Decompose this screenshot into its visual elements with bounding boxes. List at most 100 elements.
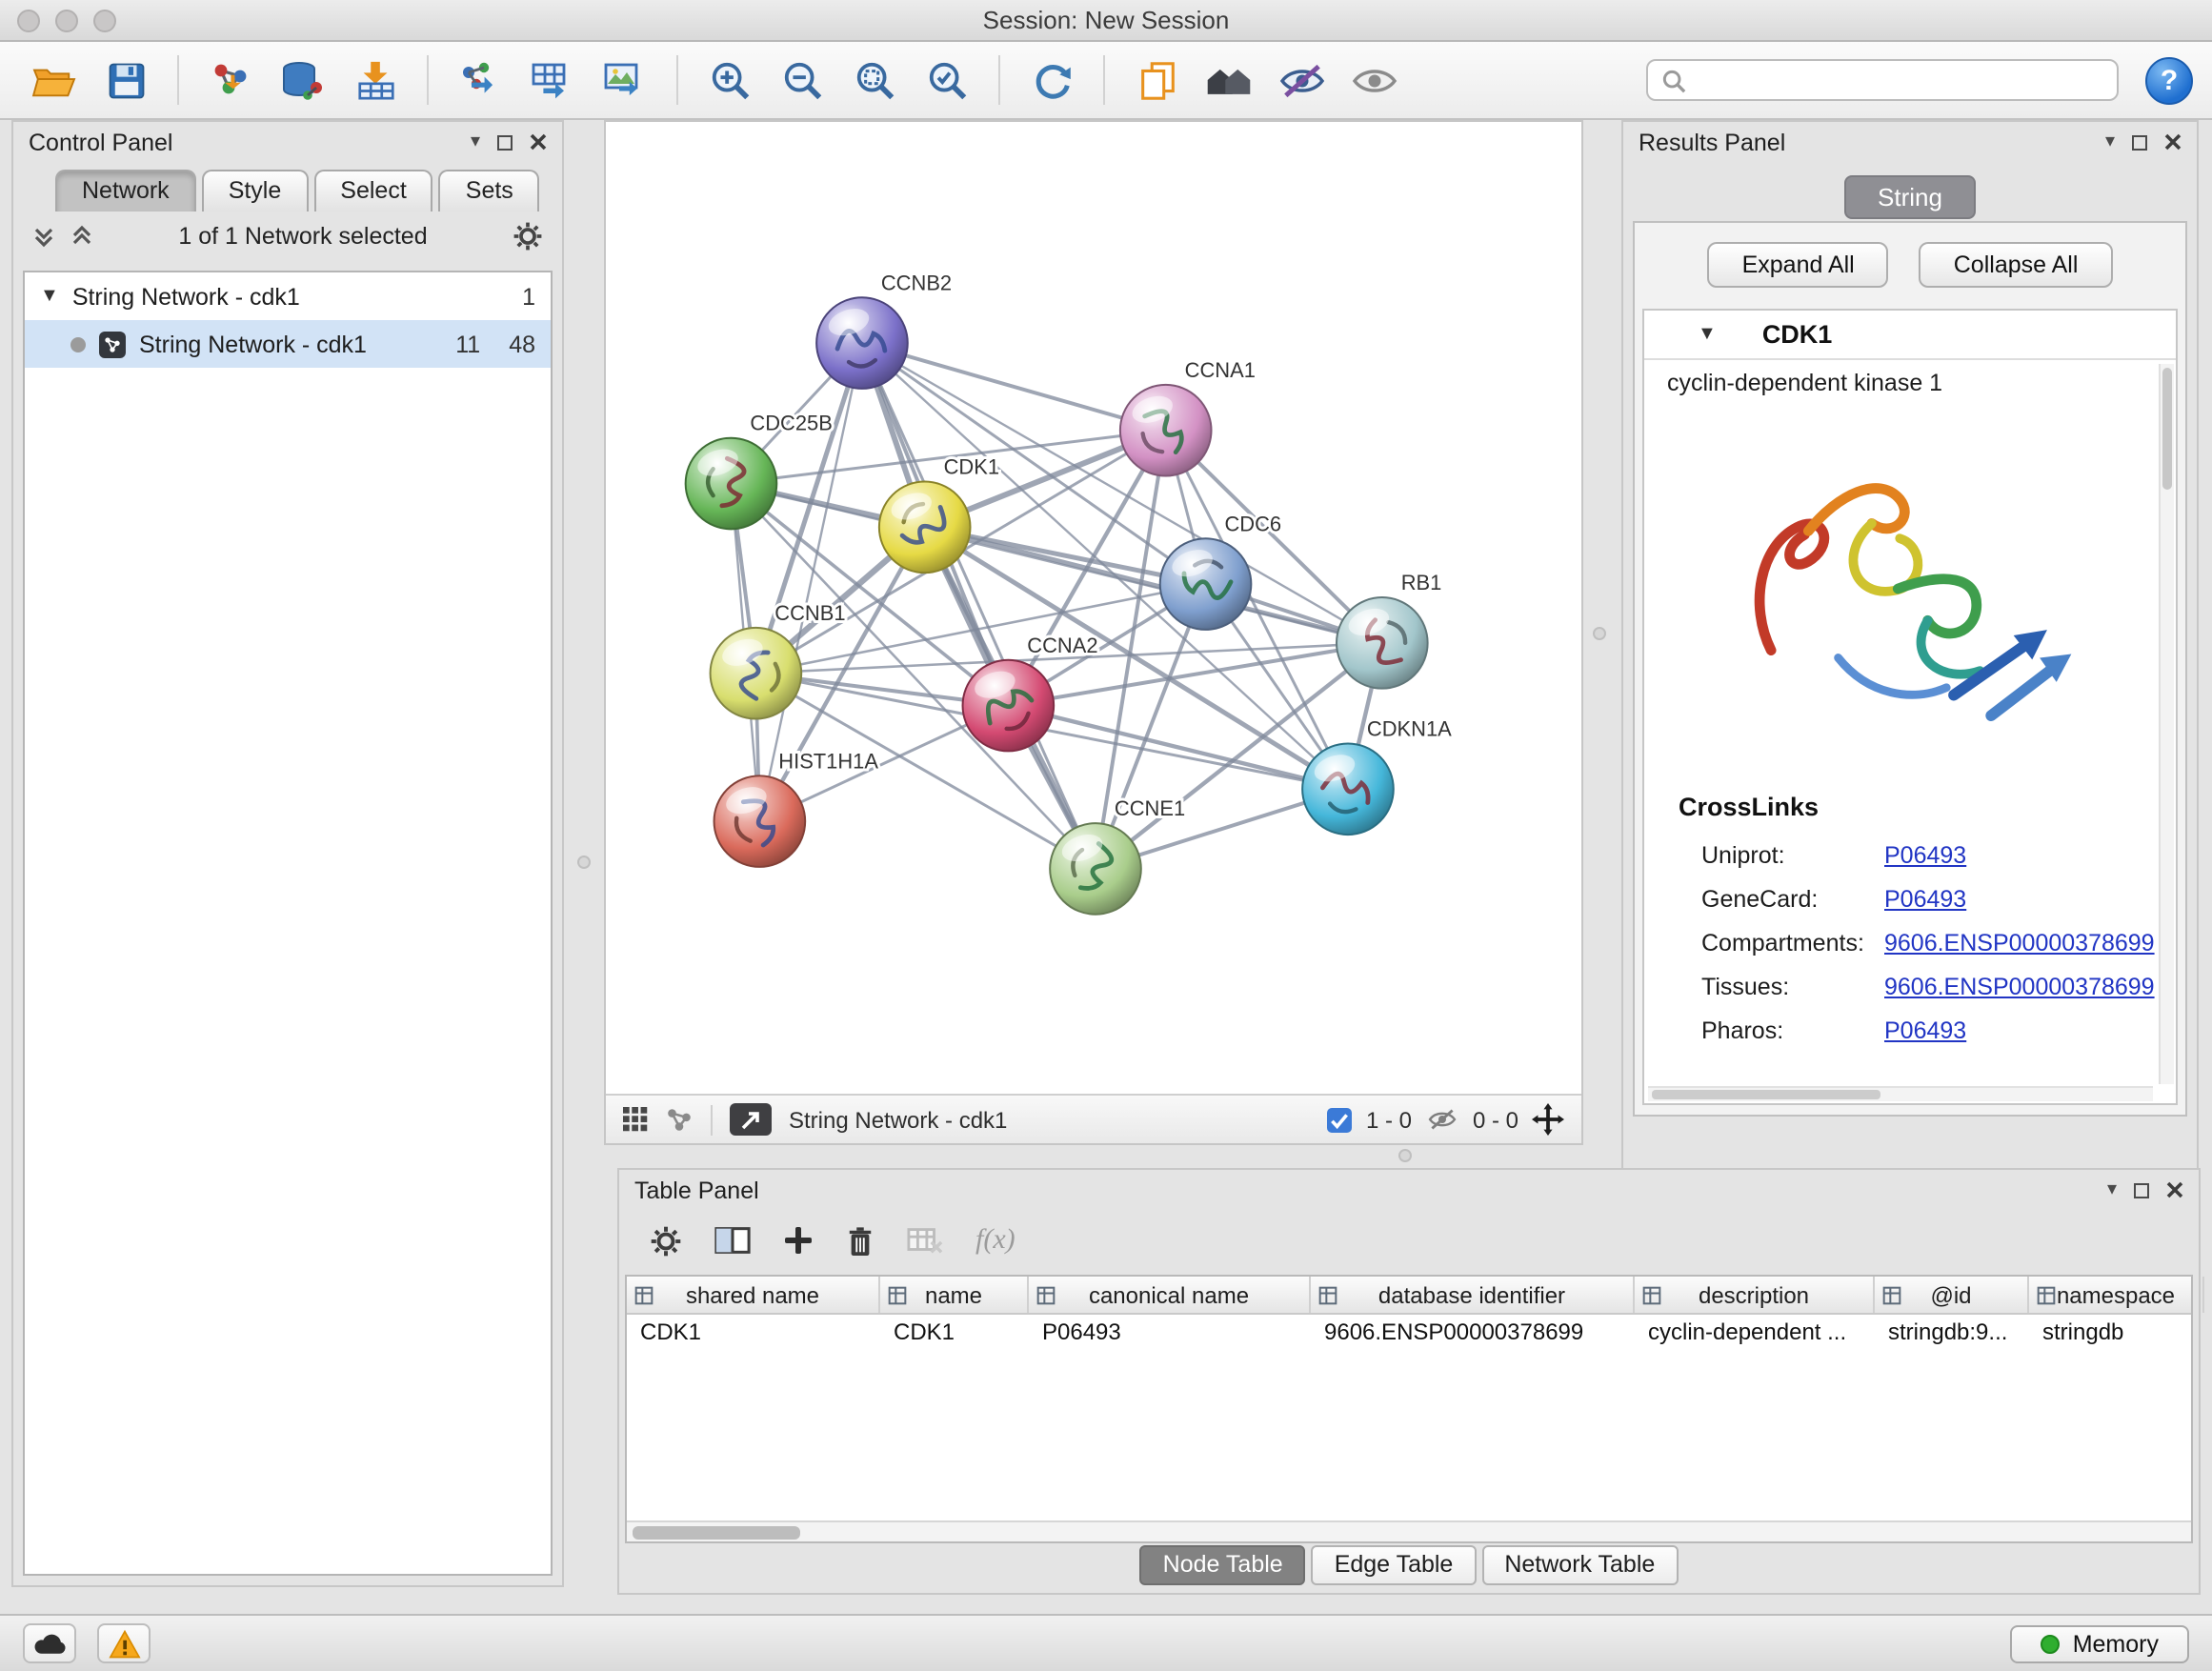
- zoom-window-button[interactable]: [93, 9, 116, 31]
- open-in-window-button[interactable]: [730, 1103, 772, 1136]
- crosslink-link-pharos[interactable]: P06493: [1884, 1017, 1966, 1043]
- gear-icon[interactable]: [513, 221, 543, 252]
- close-window-button[interactable]: [17, 9, 40, 31]
- collapse-all-button[interactable]: Collapse All: [1920, 242, 2113, 288]
- float-panel-icon[interactable]: [497, 134, 513, 150]
- cell-database-identifier[interactable]: 9606.ENSP00000378699: [1311, 1315, 1635, 1349]
- network-node-CDC25B[interactable]: [686, 438, 777, 530]
- collapse-panel-icon[interactable]: ▾: [2107, 1179, 2117, 1200]
- network-node-CCNA1[interactable]: [1120, 385, 1212, 476]
- network-node-CCNB2[interactable]: [816, 297, 908, 389]
- cell-description[interactable]: cyclin-dependent ...: [1635, 1315, 1875, 1349]
- collapse-panel-icon[interactable]: ▾: [471, 131, 480, 152]
- tab-sets[interactable]: Sets: [439, 170, 540, 211]
- network-node-HIST1H1A[interactable]: [714, 775, 806, 867]
- crosslink-link-genecard[interactable]: P06493: [1884, 885, 1966, 912]
- hide-graphics-details-button[interactable]: [1267, 48, 1336, 112]
- horizontal-scrollbar[interactable]: [1648, 1086, 2153, 1101]
- expand-all-networks-icon[interactable]: [32, 225, 55, 248]
- cell-canonical-name[interactable]: P06493: [1029, 1315, 1311, 1349]
- cloud-button[interactable]: [23, 1623, 76, 1663]
- column-header-canonical-name[interactable]: canonical name: [1029, 1277, 1311, 1313]
- import-table-button[interactable]: [341, 48, 410, 112]
- column-header-namespace[interactable]: namespace: [2029, 1277, 2204, 1313]
- network-overview-button[interactable]: [1195, 48, 1263, 112]
- collapse-panel-icon[interactable]: ▾: [2105, 131, 2115, 152]
- tab-style[interactable]: Style: [202, 170, 309, 211]
- tab-network[interactable]: Network: [55, 170, 196, 211]
- tab-node-table[interactable]: Node Table: [1140, 1545, 1306, 1585]
- cell-namespace[interactable]: stringdb: [2029, 1315, 2204, 1349]
- pan-crosshair-icon[interactable]: [1532, 1103, 1564, 1136]
- float-panel-icon[interactable]: [2134, 1182, 2149, 1198]
- crosslink-link-uniprot[interactable]: P06493: [1884, 841, 1966, 868]
- table-row[interactable]: CDK1 CDK1 P06493 9606.ENSP00000378699 cy…: [627, 1315, 2191, 1349]
- close-panel-icon[interactable]: [530, 133, 547, 151]
- save-session-button[interactable]: [91, 48, 160, 112]
- network-node-CCNE1[interactable]: [1050, 823, 1141, 915]
- import-network-file-button[interactable]: [196, 48, 265, 112]
- network-node-CDC6[interactable]: [1160, 538, 1252, 630]
- zoom-fit-button[interactable]: [840, 48, 909, 112]
- network-share-icon[interactable]: [665, 1107, 694, 1132]
- cell-name[interactable]: CDK1: [880, 1315, 1029, 1349]
- splitter-handle[interactable]: [1593, 627, 1606, 640]
- network-node-RB1[interactable]: [1337, 597, 1428, 689]
- float-panel-icon[interactable]: [2132, 134, 2147, 150]
- tree-expander-icon[interactable]: ▼: [40, 286, 59, 307]
- close-panel-icon[interactable]: [2164, 133, 2182, 151]
- export-image-button[interactable]: [591, 48, 659, 112]
- network-node-CDKN1A[interactable]: [1302, 743, 1394, 835]
- splitter-handle[interactable]: [577, 856, 591, 869]
- network-edge[interactable]: [862, 343, 1166, 431]
- crosslink-link-compartments[interactable]: 9606.ENSP00000378699: [1884, 929, 2155, 956]
- cell-shared-name[interactable]: CDK1: [627, 1315, 880, 1349]
- delete-column-icon[interactable]: [846, 1224, 875, 1257]
- expand-all-button[interactable]: Expand All: [1708, 242, 1889, 288]
- network-collection-row[interactable]: ▼ String Network - cdk1 1: [25, 272, 551, 320]
- network-canvas[interactable]: CCNB2CCNA1CDC25BCDK1CDC6RB1CCNB1CCNA2CDK…: [606, 122, 1581, 1094]
- minimize-window-button[interactable]: [55, 9, 78, 31]
- create-column-icon[interactable]: [783, 1225, 814, 1256]
- duplicate-network-button[interactable]: [1122, 48, 1191, 112]
- gene-expander-icon[interactable]: ▼: [1698, 324, 1717, 345]
- zoom-selected-button[interactable]: [913, 48, 981, 112]
- column-header-id[interactable]: @id: [1875, 1277, 2029, 1313]
- open-session-button[interactable]: [19, 48, 88, 112]
- memory-button[interactable]: Memory: [2010, 1624, 2189, 1662]
- column-header-description[interactable]: description: [1635, 1277, 1875, 1313]
- zoom-out-button[interactable]: [768, 48, 836, 112]
- network-node-CDK1[interactable]: [879, 482, 971, 574]
- network-node-CCNB1[interactable]: [711, 628, 802, 719]
- table-horizontal-scrollbar[interactable]: [627, 1520, 2191, 1541]
- close-panel-icon[interactable]: [2166, 1181, 2183, 1198]
- help-button[interactable]: ?: [2145, 56, 2193, 104]
- tab-edge-table[interactable]: Edge Table: [1312, 1545, 1477, 1585]
- import-network-database-button[interactable]: [269, 48, 337, 112]
- show-columns-icon[interactable]: [714, 1225, 751, 1256]
- warnings-button[interactable]: [97, 1623, 151, 1663]
- collapse-all-networks-icon[interactable]: [70, 225, 93, 248]
- apply-layout-button[interactable]: [1017, 48, 1086, 112]
- network-edge[interactable]: [862, 343, 1096, 869]
- zoom-in-button[interactable]: [695, 48, 764, 112]
- column-header-shared-name[interactable]: shared name: [627, 1277, 880, 1313]
- column-header-database-identifier[interactable]: database identifier: [1311, 1277, 1635, 1313]
- cell-id[interactable]: stringdb:9...: [1875, 1315, 2029, 1349]
- selected-checkbox-icon[interactable]: [1326, 1106, 1353, 1133]
- vertical-scrollbar[interactable]: [2159, 364, 2174, 1084]
- network-node-CCNA2[interactable]: [963, 660, 1055, 752]
- birdseye-grid-icon[interactable]: [623, 1107, 648, 1132]
- table-gear-icon[interactable]: [650, 1224, 682, 1257]
- hidden-eye-slash-icon[interactable]: [1425, 1107, 1459, 1132]
- network-row[interactable]: String Network - cdk1 11 48: [25, 320, 551, 368]
- crosslink-link-tissues[interactable]: 9606.ENSP00000378699: [1884, 973, 2155, 999]
- search-input[interactable]: [1696, 67, 2103, 93]
- splitter-handle[interactable]: [1398, 1149, 1412, 1162]
- tab-string[interactable]: String: [1843, 175, 1977, 219]
- tab-select[interactable]: Select: [313, 170, 433, 211]
- export-network-button[interactable]: [446, 48, 514, 112]
- tab-network-table[interactable]: Network Table: [1481, 1545, 1678, 1585]
- export-table-button[interactable]: [518, 48, 587, 112]
- gene-card-header[interactable]: ▼ CDK1: [1644, 311, 2176, 360]
